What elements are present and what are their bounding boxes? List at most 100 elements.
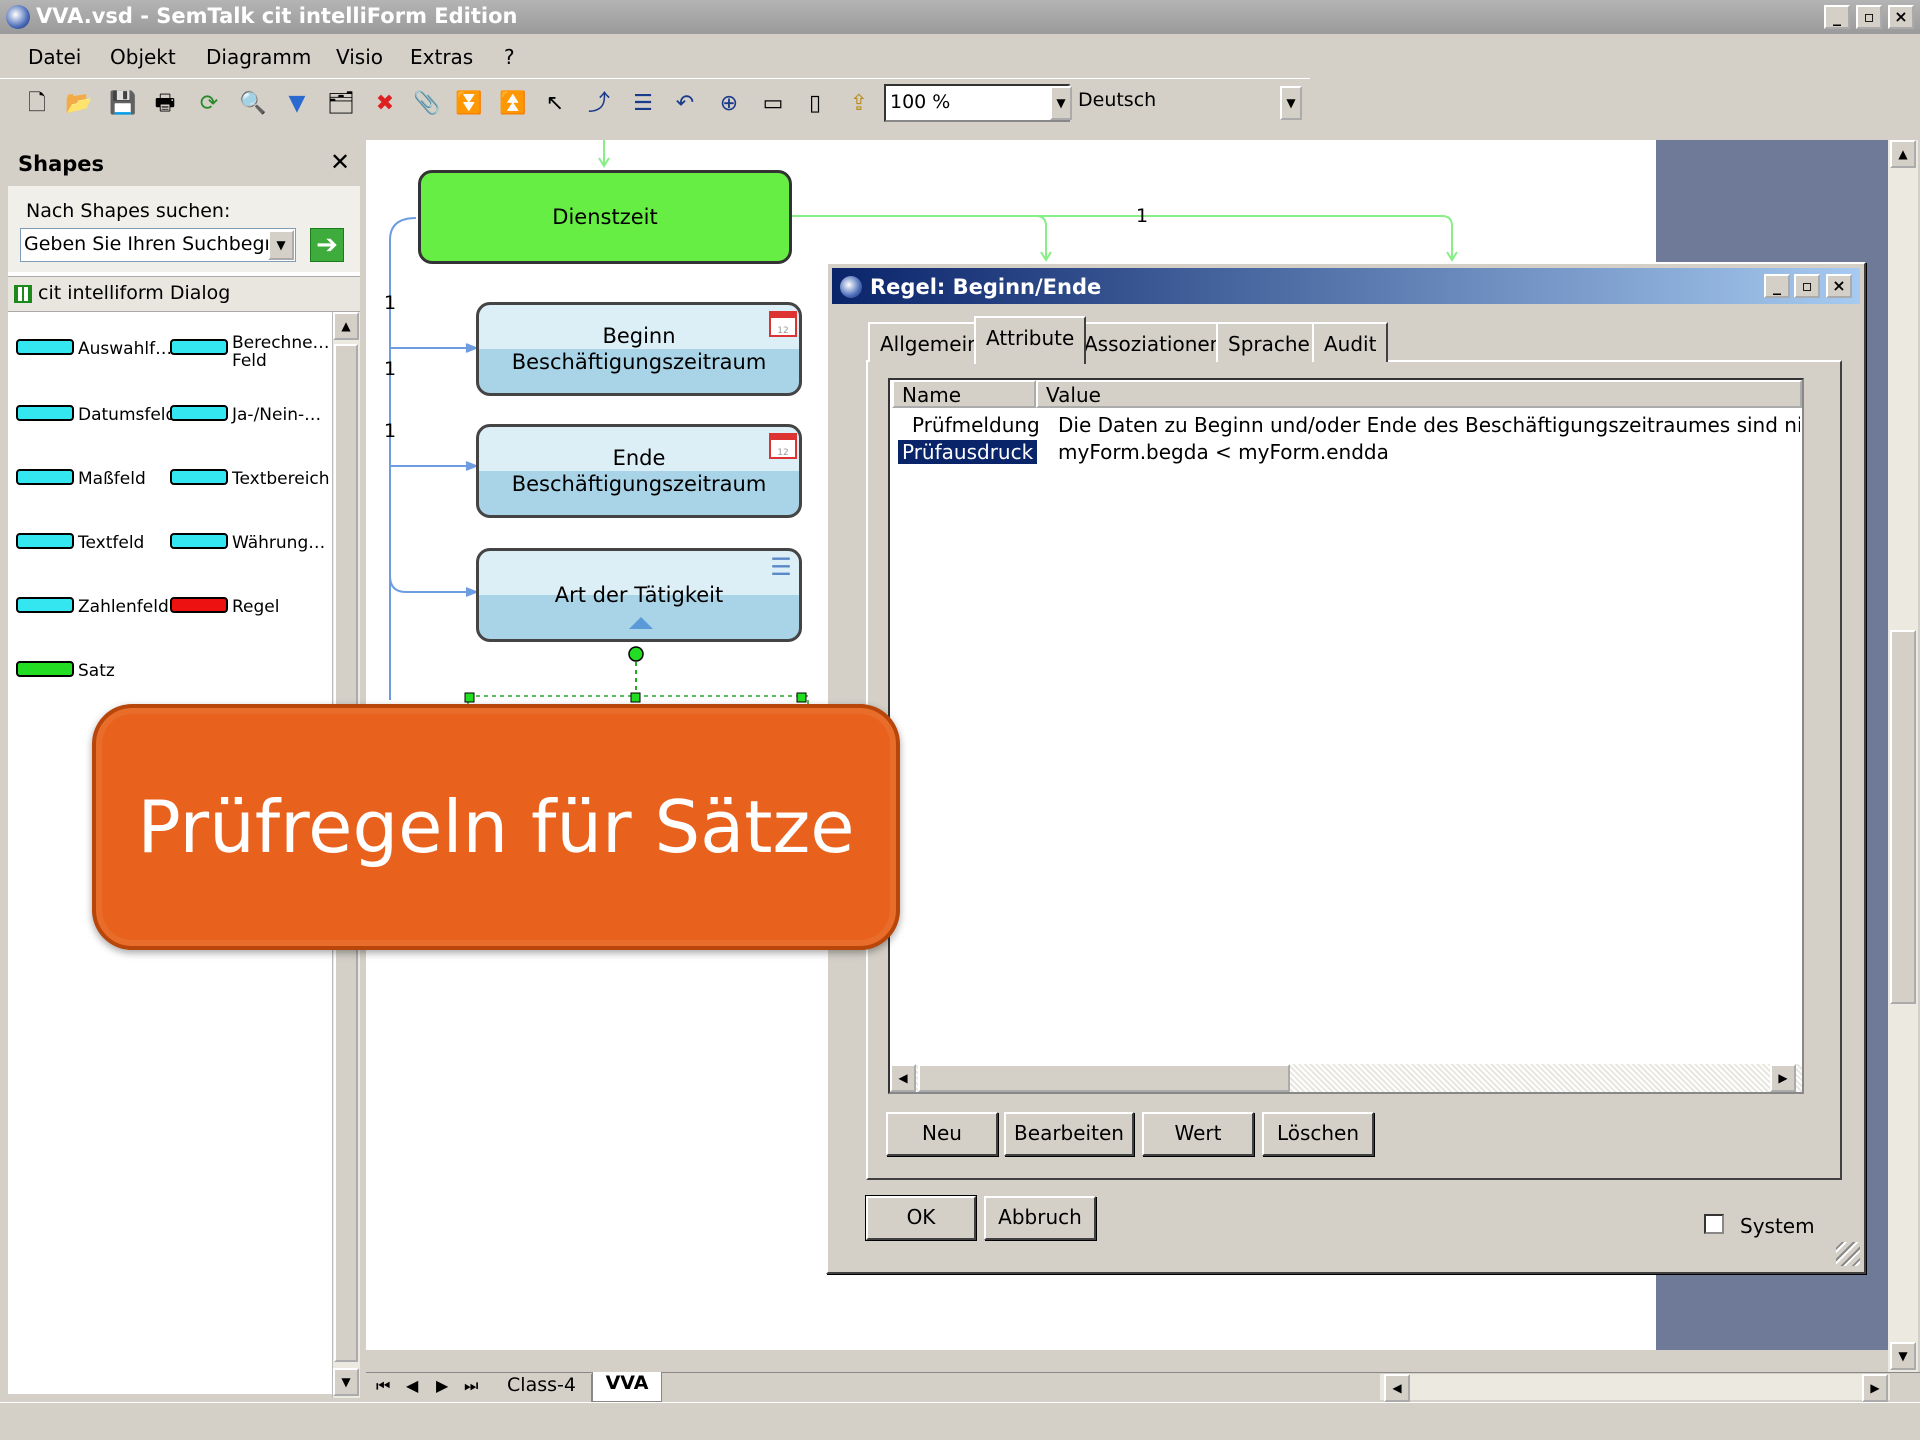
connector-icon[interactable]: ⤴ (584, 89, 614, 119)
row-value[interactable]: myForm.begda < myForm.endda (1058, 440, 1389, 464)
first-page-icon[interactable]: ⏮ (376, 1376, 390, 1396)
delete-button[interactable]: Löschen (1262, 1112, 1374, 1156)
shape-bar (16, 597, 74, 613)
menu-extras[interactable]: Extras (410, 45, 473, 69)
shape-datumsfeld[interactable]: Datumsfeld (16, 394, 176, 434)
ok-button[interactable]: OK (865, 1195, 977, 1241)
attach-icon[interactable]: 📎 (412, 89, 442, 119)
properties-icon[interactable]: 🗂 (326, 89, 356, 119)
scroll-down-icon[interactable]: ▼ (333, 1368, 359, 1396)
minimize-button[interactable]: _ (1824, 5, 1850, 29)
scroll-right-icon[interactable]: ▶ (1770, 1064, 1796, 1092)
close-icon[interactable]: ✕ (330, 148, 350, 176)
search-input[interactable]: Geben Sie Ihren Suchbegril (20, 228, 296, 262)
attribute-list[interactable] (888, 378, 1804, 1094)
edit-button[interactable]: Bearbeiten (1004, 1112, 1134, 1156)
shape-satz[interactable]: Satz (16, 650, 166, 690)
maximize-button[interactable]: ▫ (1794, 274, 1820, 298)
shape-berechnetes-feld[interactable]: Berechne… Feld (170, 328, 330, 370)
zoom-icon[interactable]: ⊕ (714, 89, 744, 119)
tab-audit[interactable]: Audit (1312, 322, 1389, 362)
scroll-down-icon[interactable]: ▼ (1890, 1342, 1916, 1370)
node-dienstzeit[interactable]: Dienstzeit (418, 170, 792, 264)
next-page-icon[interactable]: ▶ (436, 1376, 448, 1395)
shape-massfeld[interactable]: Maßfeld (16, 458, 166, 498)
tab-sprache[interactable]: Sprache (1216, 322, 1322, 362)
new-button[interactable]: Neu (886, 1112, 998, 1156)
restore-button[interactable]: ▫ (1856, 5, 1882, 29)
menu-datei[interactable]: Datei (28, 45, 81, 69)
delete-icon[interactable]: ✖ (370, 89, 400, 119)
row-name[interactable]: Prüfmeldung (912, 413, 1040, 437)
print-icon[interactable]: 🖶 (150, 89, 180, 119)
close-button[interactable]: × (1826, 274, 1852, 298)
cancel-button[interactable]: Abbruch (984, 1196, 1096, 1240)
sheet-tab-class4[interactable]: Class-4 (492, 1374, 592, 1402)
page-icon[interactable]: ▭ (758, 89, 788, 119)
layout-icon[interactable]: ☰ (628, 89, 658, 119)
menu-objekt[interactable]: Objekt (110, 45, 176, 69)
scroll-up-icon[interactable]: ▲ (1890, 140, 1916, 168)
find-icon[interactable]: 🔍 (238, 89, 268, 119)
shape-textfeld[interactable]: Textfeld (16, 522, 166, 562)
scroll-thumb[interactable] (1890, 630, 1916, 1004)
new-icon[interactable]: 🗋 (22, 89, 52, 119)
expand-icon[interactable] (629, 617, 653, 629)
shape-label: Ja-/Nein-… (232, 405, 322, 425)
column-header-name[interactable]: Name (892, 380, 1036, 408)
shape-ja-nein-feld[interactable]: Ja-/Nein-… (170, 394, 330, 434)
title-bar: VVA.vsd - SemTalk cit intelliForm Editio… (0, 0, 1920, 34)
scroll-right-icon[interactable]: ▶ (1862, 1374, 1888, 1402)
zoom-select[interactable]: 100 % (884, 84, 1070, 122)
prev-page-icon[interactable]: ◀ (406, 1376, 418, 1395)
shape-zahlenfeld[interactable]: Zahlenfeld (16, 586, 169, 626)
arrow-right-icon[interactable]: ➔ (310, 228, 344, 262)
menu-help[interactable]: ? (504, 45, 515, 69)
sheet-tab-vva[interactable]: VVA (592, 1372, 662, 1402)
minimize-button[interactable]: _ (1764, 274, 1790, 298)
shape-bar (170, 533, 228, 549)
page2-icon[interactable]: ▯ (800, 89, 830, 119)
menu-visio[interactable]: Visio (336, 45, 383, 69)
column-header-value[interactable]: Value (1036, 380, 1802, 408)
scroll-left-icon[interactable]: ◀ (1384, 1374, 1410, 1402)
filter-icon[interactable]: ▼ (282, 89, 312, 119)
undo-icon[interactable]: ↶ (670, 89, 700, 119)
scroll-thumb[interactable] (918, 1064, 1290, 1092)
row-value[interactable]: Die Daten zu Beginn und/oder Ende des Be… (1058, 413, 1800, 437)
value-button[interactable]: Wert (1142, 1112, 1254, 1156)
close-button[interactable]: × (1888, 5, 1914, 29)
system-checkbox[interactable] (1704, 1214, 1724, 1234)
last-page-icon[interactable]: ⏭ (464, 1376, 478, 1396)
language-select[interactable]: Deutsch (1074, 84, 1302, 122)
export-icon[interactable]: ⇪ (844, 89, 874, 119)
node-ende[interactable]: Ende Beschäftigungszeitraum 12 (476, 424, 802, 518)
tab-attribute[interactable]: Attribute (974, 316, 1087, 364)
tab-assoziationen[interactable]: Assoziationen (1072, 322, 1235, 362)
shape-regel[interactable]: Regel (170, 586, 330, 626)
down-icon[interactable]: ⏬ (454, 89, 484, 119)
chevron-down-icon[interactable]: ▼ (268, 230, 294, 260)
edge-label: 1 (384, 420, 397, 442)
pointer-icon[interactable]: ↖ (540, 89, 570, 119)
chevron-down-icon[interactable]: ▼ (1050, 86, 1072, 120)
horizontal-scrollbar[interactable] (1380, 1374, 1890, 1400)
open-icon[interactable]: 📂 (64, 89, 94, 119)
up-icon[interactable]: ⏫ (498, 89, 528, 119)
row-name-selected[interactable]: Prüfausdruck (898, 440, 1038, 464)
node-beginn[interactable]: Beginn Beschäftigungszeitraum 12 (476, 302, 802, 396)
save-icon[interactable]: 💾 (108, 89, 138, 119)
shape-bar (16, 661, 74, 677)
menu-diagramm[interactable]: Diagramm (206, 45, 311, 69)
calendar-icon: 12 (769, 433, 797, 459)
resize-grip-icon[interactable] (1836, 1242, 1860, 1266)
node-art-der-taetigkeit[interactable]: Art der Tätigkeit ☰ (476, 548, 802, 642)
scroll-up-icon[interactable]: ▲ (333, 312, 359, 340)
shape-waehrungsfeld[interactable]: Währung… (170, 522, 330, 562)
shape-textbereich[interactable]: Textbereich (170, 458, 330, 498)
app-icon[interactable] (6, 5, 30, 29)
shape-auswahlfeld[interactable]: Auswahlf… (16, 328, 172, 368)
chevron-down-icon[interactable]: ▼ (1280, 86, 1302, 120)
refresh-icon[interactable]: ⟳ (194, 89, 224, 119)
scroll-left-icon[interactable]: ◀ (890, 1064, 916, 1092)
